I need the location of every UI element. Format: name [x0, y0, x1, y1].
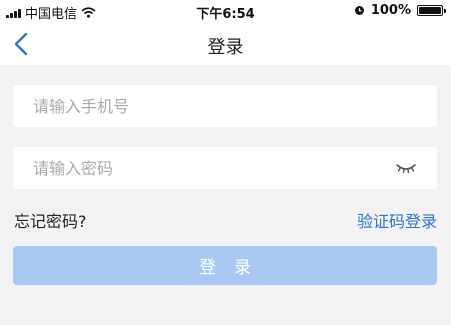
battery-icon: [417, 5, 446, 16]
status-bar: 中国电信 下午6:54 100%: [0, 0, 451, 22]
forgot-password-link[interactable]: 忘记密码?: [14, 208, 87, 232]
auth-links: 忘记密码? 验证码登录: [14, 208, 437, 232]
password-field: [13, 147, 437, 189]
password-input[interactable]: [13, 147, 437, 189]
page-title: 登录: [207, 37, 244, 58]
login-button[interactable]: 登录: [13, 246, 437, 285]
phone-field: [13, 85, 437, 127]
code-login-link[interactable]: 验证码登录: [357, 208, 437, 232]
battery-percent: 100%: [370, 3, 411, 18]
phone-input[interactable]: [13, 85, 437, 127]
eye-closed-icon[interactable]: [395, 161, 417, 175]
alarm-icon: [354, 6, 364, 15]
nav-bar: 登录: [0, 22, 451, 67]
status-right: 100%: [354, 3, 446, 18]
